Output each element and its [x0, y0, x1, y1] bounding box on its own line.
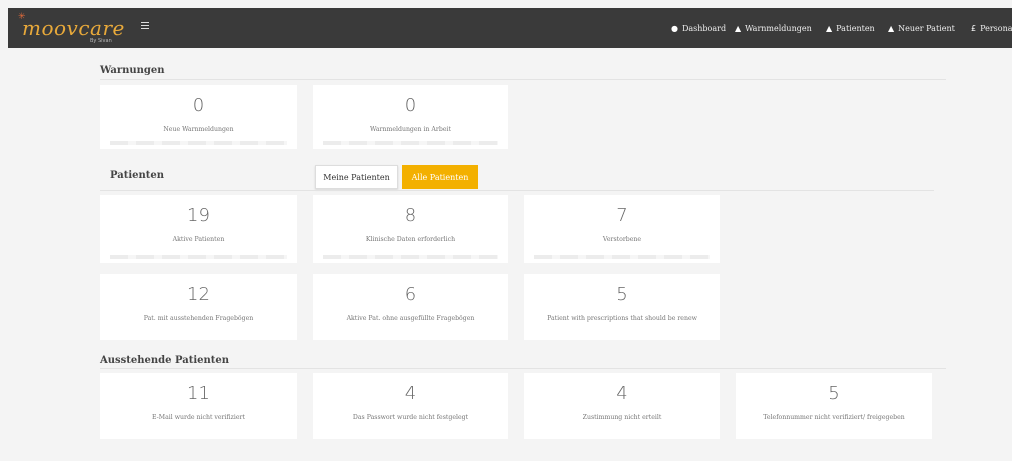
card-label: Pat. mit ausstehenden Fragebögen	[143, 315, 254, 322]
card-prescriptions-renew[interactable]: 5 Patient with prescriptions that should…	[524, 274, 720, 340]
card-clinical-data-required[interactable]: 8 Klinische Daten erforderlich	[313, 195, 508, 263]
section-divider	[100, 190, 934, 191]
menu-toggle-icon[interactable]	[138, 20, 152, 32]
card-value: 0	[404, 95, 417, 116]
nav-new-patient[interactable]: ▲ Neuer Patient	[888, 8, 955, 48]
card-active-patients[interactable]: 19 Aktive Patienten	[100, 195, 297, 263]
logo-text: moovcare	[22, 16, 125, 40]
add-user-icon: ▲	[888, 23, 895, 33]
card-value: 8	[404, 205, 417, 226]
top-navbar: ✳ moovcare By Sivan ● Dashboard ▲ Warnme…	[8, 8, 1012, 48]
card-value: 4	[616, 383, 628, 404]
section-title-patients: Patienten	[110, 170, 165, 181]
section-divider	[100, 368, 946, 369]
card-pending-questionnaires[interactable]: 12 Pat. mit ausstehenden Fragebögen	[100, 274, 297, 340]
card-label: E-Mail wurde nicht verifiziert	[152, 414, 245, 421]
nav-warnings[interactable]: ▲ Warnmeldungen	[735, 8, 812, 48]
card-new-warnings[interactable]: 0 Neue Warnmeldungen	[100, 85, 297, 149]
card-label: Patient with prescriptions that should b…	[547, 315, 697, 322]
card-no-completed-questionnaires[interactable]: 6 Aktive Pat. ohne ausgefüllte Frageböge…	[313, 274, 508, 340]
card-value: 0	[192, 95, 205, 116]
card-consent-not-given[interactable]: 4 Zustimmung nicht erteilt	[524, 373, 720, 439]
card-phone-not-verified[interactable]: 5 Telefonnummer nicht verifiziert/ freig…	[736, 373, 932, 439]
nav-warnings-label: Warnmeldungen	[745, 23, 812, 33]
card-value: 6	[404, 284, 417, 305]
section-title-warnings: Warnungen	[100, 65, 165, 76]
card-warnings-in-progress[interactable]: 0 Warnmeldungen in Arbeit	[313, 85, 508, 149]
nav-new-patient-label: Neuer Patient	[898, 23, 955, 33]
card-label: Aktive Pat. ohne ausgefüllte Fragebögen	[346, 315, 475, 322]
toggle-my-patients[interactable]: Meine Patienten	[315, 165, 398, 189]
card-value: 5	[828, 383, 840, 404]
staff-icon: £	[971, 23, 977, 33]
brand-logo[interactable]: ✳ moovcare By Sivan	[18, 12, 128, 44]
card-label: Verstorbene	[602, 236, 642, 243]
nav-personal-label: Personal	[980, 23, 1012, 33]
nav-dashboard-label: Dashboard	[681, 23, 727, 33]
card-label: Neue Warnmeldungen	[163, 126, 234, 133]
card-label: Zustimmung nicht erteilt	[582, 414, 662, 421]
logo-subtitle: By Sivan	[90, 38, 112, 44]
card-email-not-verified[interactable]: 11 E-Mail wurde nicht verifiziert	[100, 373, 297, 439]
nav-dashboard[interactable]: ● Dashboard	[671, 8, 726, 48]
card-value: 12	[187, 284, 210, 305]
card-value: 19	[187, 205, 210, 226]
nav-patients-label: Patienten	[836, 23, 875, 33]
nav-personal[interactable]: £ Personal	[971, 8, 1012, 48]
card-label: Das Passwort wurde nicht festgelegt	[352, 414, 469, 421]
section-title-pending-patients: Ausstehende Patienten	[100, 355, 230, 366]
card-deceased[interactable]: 7 Verstorbene	[524, 195, 720, 263]
bell-icon: ▲	[735, 23, 742, 33]
card-value: 4	[404, 383, 417, 404]
nav-patients[interactable]: ▲ Patienten	[826, 8, 875, 48]
card-value: 11	[187, 383, 210, 404]
section-divider	[100, 79, 946, 80]
card-password-not-set[interactable]: 4 Das Passwort wurde nicht festgelegt	[313, 373, 508, 439]
card-label: Warnmeldungen in Arbeit	[370, 126, 451, 133]
card-value: 5	[616, 284, 628, 305]
card-label: Aktive Patienten	[172, 236, 225, 243]
card-value: 7	[616, 205, 628, 226]
user-icon: ▲	[826, 23, 833, 33]
dashboard-icon: ●	[671, 23, 678, 33]
card-label: Telefonnummer nicht verifiziert/ freigeg…	[763, 414, 905, 421]
toggle-all-patients[interactable]: Alle Patienten	[402, 165, 478, 189]
card-label: Klinische Daten erforderlich	[365, 236, 456, 243]
